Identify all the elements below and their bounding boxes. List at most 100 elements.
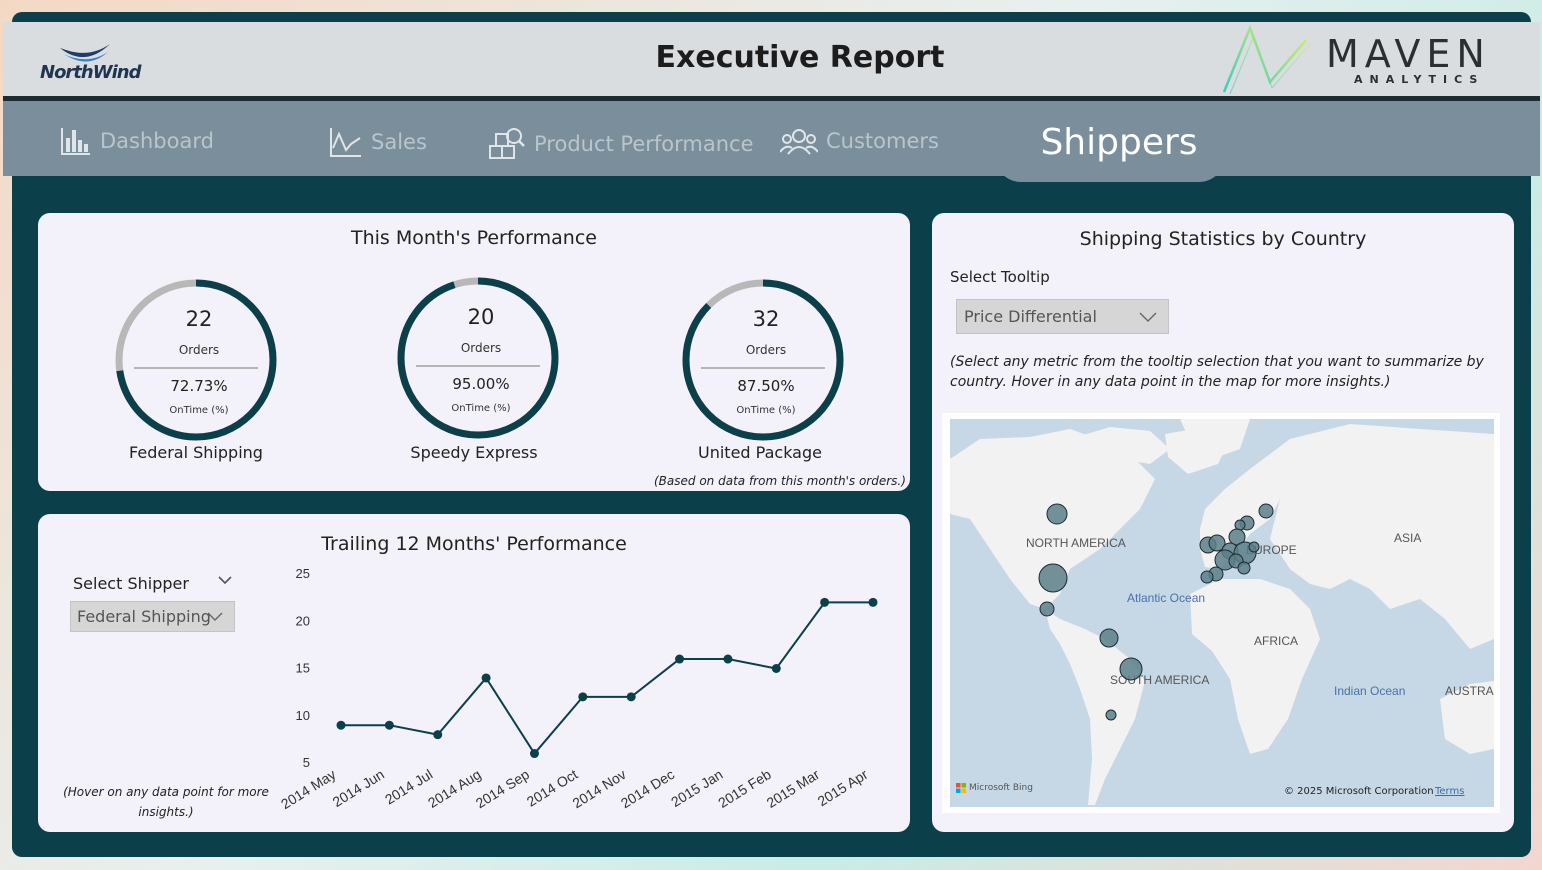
chevron-down-icon: [207, 612, 223, 621]
orders-value: 32: [752, 307, 780, 331]
map-terms-link[interactable]: Terms: [1435, 786, 1464, 797]
trailing-line-chart: 5101520252014 May2014 Jun2014 Jul2014 Au…: [278, 566, 878, 812]
ontime-value: 95.00%: [452, 375, 510, 393]
select-tooltip-label: Select Tooltip: [950, 268, 1050, 286]
shipper-name: Speedy Express: [410, 443, 538, 462]
orders-label: Orders: [460, 341, 502, 355]
bubble-argentina[interactable]: [1105, 709, 1117, 721]
chevron-down-icon: [1139, 312, 1157, 322]
hover-note-line: (Hover on any data point for more: [63, 785, 269, 799]
x-tick-label: 2014 Nov: [569, 766, 628, 811]
this-month-card: This Month's Performance 22 Orders 72.73…: [38, 213, 910, 491]
page-title: Executive Report: [655, 40, 945, 75]
world-map[interactable]: NORTH AMERICA EUROPE ASIA Atlantic Ocean…: [950, 419, 1494, 807]
chevron-down-icon[interactable]: [217, 574, 233, 586]
select-shipper-label: Select Shipper: [73, 574, 189, 593]
data-point[interactable]: [336, 720, 346, 730]
y-tick-label: 5: [303, 755, 310, 770]
x-tick-label: 2015 Apr: [815, 766, 871, 809]
ontime-label: OnTime (%): [169, 405, 229, 416]
northwind-logo-text: NorthWind: [40, 62, 141, 83]
data-point[interactable]: [675, 654, 685, 664]
gauge-ring: [682, 279, 844, 441]
x-tick-label: 2014 Jun: [330, 766, 387, 810]
bubble-brazil[interactable]: [1119, 657, 1143, 681]
ontime-value: 72.73%: [170, 377, 228, 395]
data-point[interactable]: [723, 654, 733, 664]
bubble-venezuela[interactable]: [1099, 628, 1119, 648]
bubble-usa[interactable]: [1038, 563, 1068, 593]
nav-dashboard[interactable]: Dashboard: [60, 126, 214, 156]
gauge-united-package: 32 Orders 87.50% OnTime (%): [681, 277, 851, 447]
nav-bar: [3, 101, 1540, 176]
label-asia: ASIA: [1394, 531, 1421, 545]
map-frame: NORTH AMERICA EUROPE ASIA Atlantic Ocean…: [942, 413, 1500, 813]
data-point[interactable]: [529, 749, 539, 759]
trailing-title: Trailing 12 Months' Performance: [321, 533, 627, 555]
data-point[interactable]: [820, 597, 830, 607]
nav-shippers[interactable]: Shippers: [1004, 122, 1234, 163]
data-point[interactable]: [481, 673, 491, 683]
ontime-label: OnTime (%): [736, 405, 796, 416]
bing-attribution: Microsoft Bing: [956, 783, 1033, 793]
x-tick-label: 2014 Aug: [425, 766, 484, 811]
microsoft-logo-icon: [956, 783, 966, 793]
ontime-value: 87.50%: [737, 377, 795, 395]
bubble-finland[interactable]: [1258, 503, 1274, 519]
ontime-label: OnTime (%): [451, 403, 511, 414]
label-atlantic: Atlantic Ocean: [1127, 591, 1205, 605]
nav-product-performance-label: Product Performance: [534, 132, 754, 156]
bubble-poland[interactable]: [1248, 541, 1260, 553]
data-point[interactable]: [433, 730, 443, 740]
bubble-portugal[interactable]: [1200, 570, 1214, 584]
orders-value: 20: [467, 305, 495, 329]
y-tick-label: 20: [296, 613, 310, 628]
data-point[interactable]: [626, 692, 636, 702]
shipper-select[interactable]: Federal Shipping: [70, 601, 235, 632]
nav-sales-label: Sales: [371, 130, 427, 154]
bubble-mexico[interactable]: [1039, 601, 1055, 617]
label-africa: AFRICA: [1254, 634, 1298, 648]
shipper-select-value: Federal Shipping: [77, 607, 211, 626]
y-tick-label: 25: [296, 566, 310, 581]
shipper-name: United Package: [698, 443, 822, 462]
orders-label: Orders: [745, 343, 787, 357]
instructions-line: (Select any metric from the tooltip sele…: [950, 354, 1484, 370]
data-point[interactable]: [868, 597, 878, 607]
orders-label: Orders: [178, 343, 220, 357]
nav-product-performance[interactable]: Product Performance: [488, 126, 754, 162]
label-north-america: NORTH AMERICA: [1026, 536, 1126, 550]
x-tick-label: 2015 Mar: [764, 766, 823, 811]
x-tick-label: 2015 Feb: [715, 766, 774, 811]
y-tick-label: 10: [296, 708, 310, 723]
nav-customers-label: Customers: [826, 129, 939, 153]
hover-note-line: insights.): [138, 805, 194, 819]
gauge-speedy-express: 20 Orders 95.00% OnTime (%): [396, 275, 566, 445]
gauge-divider: [134, 367, 258, 369]
bar-chart-icon: [61, 128, 90, 155]
series-line: [341, 601, 873, 756]
data-point[interactable]: [384, 720, 394, 730]
gauge-divider: [416, 365, 540, 367]
gauge-ring: [115, 279, 277, 441]
data-point[interactable]: [578, 692, 588, 702]
bubble-canada[interactable]: [1046, 503, 1068, 525]
map-copyright: © 2025 Microsoft Corporation: [1284, 786, 1434, 797]
instructions-line: country. Hover in any data point in the …: [950, 374, 1391, 390]
label-australia: AUSTRA: [1445, 684, 1494, 698]
orders-value: 22: [185, 307, 213, 331]
line-chart-icon: [330, 128, 361, 157]
bing-label: Microsoft Bing: [969, 783, 1033, 793]
map-card: Shipping Statistics by Country Select To…: [932, 213, 1514, 832]
trailing-hover-note: (Hover on any data point for more insigh…: [56, 782, 276, 822]
gauge-ring: [397, 277, 559, 439]
nav-customers[interactable]: Customers: [780, 126, 939, 156]
label-indian: Indian Ocean: [1334, 684, 1405, 698]
month-footnote: (Based on data from this month's orders.…: [654, 474, 906, 488]
bubble-italy[interactable]: [1237, 561, 1251, 575]
x-tick-label: 2014 May: [278, 766, 339, 812]
tooltip-select[interactable]: Price Differential: [956, 299, 1169, 334]
nav-sales[interactable]: Sales: [329, 126, 427, 158]
data-point[interactable]: [771, 664, 781, 673]
bubble-norway[interactable]: [1234, 519, 1246, 531]
